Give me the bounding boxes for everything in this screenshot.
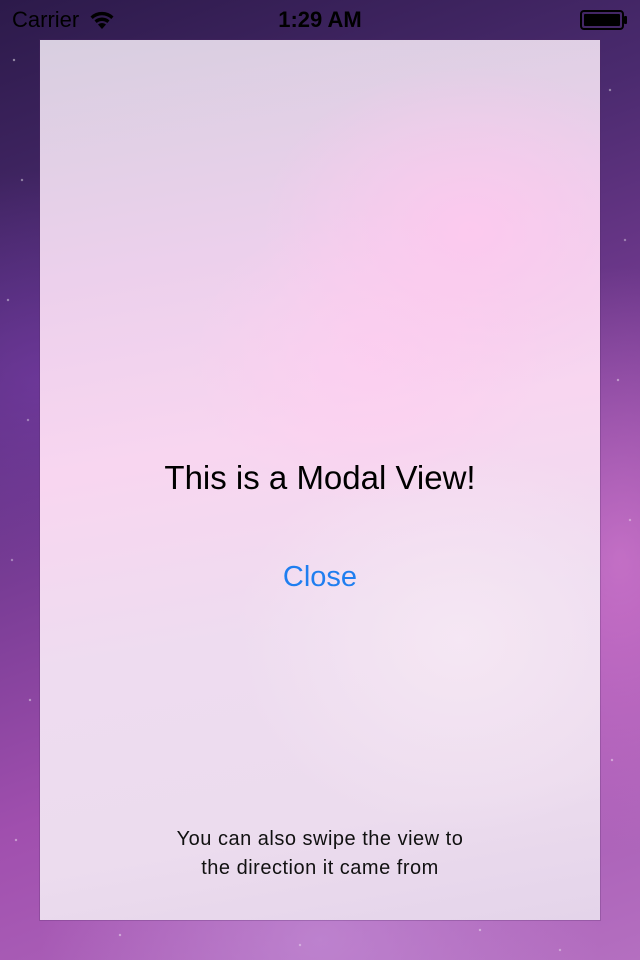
swipe-hint-line-1: You can also swipe the view to bbox=[176, 828, 464, 850]
close-button[interactable]: Close bbox=[240, 554, 400, 600]
swipe-hint: You can also swipe the view to the direc… bbox=[100, 825, 540, 883]
modal-view[interactable]: This is a Modal View! Close You can also… bbox=[40, 40, 600, 920]
modal-title: This is a Modal View! bbox=[164, 459, 476, 496]
swipe-hint-line-2: the direction it came from bbox=[201, 857, 439, 879]
battery-icon bbox=[580, 10, 627, 30]
status-time: 1:29 AM bbox=[278, 7, 362, 32]
status-bar: Carrier 1:29 AM bbox=[0, 0, 640, 40]
screen: Carrier 1:29 AM This is a Modal View! Cl… bbox=[0, 0, 640, 960]
